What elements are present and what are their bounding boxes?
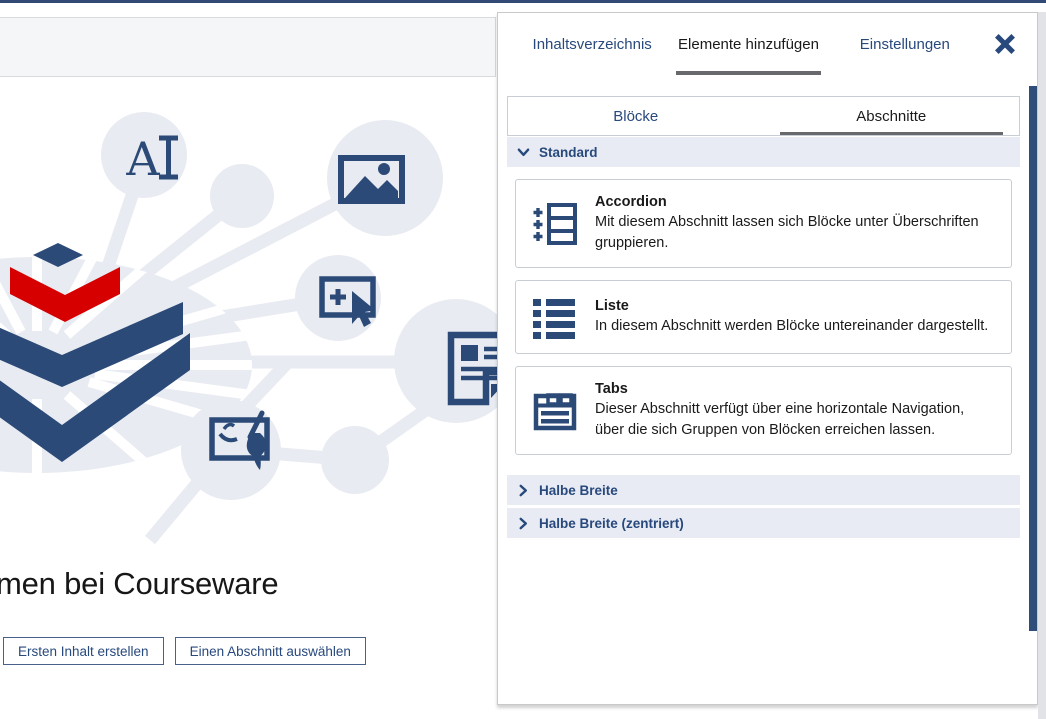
page-top-border xyxy=(0,0,1046,3)
image-icon xyxy=(341,158,402,201)
section-card-text: Tabs Dieser Abschnitt verfügt über eine … xyxy=(595,381,995,440)
hub-ellipse xyxy=(0,257,252,473)
section-card-description: Mit diesem Abschnitt lassen sich Blöcke … xyxy=(595,212,995,253)
tab-einstellungen[interactable]: Einstellungen xyxy=(827,13,983,75)
tab-inhaltsverzeichnis[interactable]: Inhaltsverzeichnis xyxy=(514,13,670,75)
panel-body: Blöcke Abschnitte Standard Accordion Mit… xyxy=(498,75,1037,538)
add-image-icon xyxy=(322,279,375,327)
add-elements-panel: Inhaltsverzeichnis Elemente hinzufügen E… xyxy=(497,12,1038,705)
section-card-title: Tabs xyxy=(595,381,995,397)
subtab-bloecke[interactable]: Blöcke xyxy=(508,97,764,135)
subtab-bar: Blöcke Abschnitte xyxy=(507,96,1020,136)
accordion-header-halbe-breite[interactable]: Halbe Breite xyxy=(507,475,1020,505)
close-icon xyxy=(994,33,1016,55)
section-card-description: Dieser Abschnitt verfügt über eine horiz… xyxy=(595,399,995,440)
hub-spokes xyxy=(0,245,267,485)
section-card-liste[interactable]: Liste In diesem Abschnitt werden Blöcke … xyxy=(515,280,1012,354)
page-right-gutter xyxy=(1038,12,1046,719)
subtab-abschnitte[interactable]: Abschnitte xyxy=(764,97,1020,135)
cta-buttons: Ersten Inhalt erstellen Einen Abschnitt … xyxy=(3,637,366,665)
accordion-header-standard[interactable]: Standard xyxy=(507,137,1020,167)
tab-elemente-hinzufuegen[interactable]: Elemente hinzufügen xyxy=(670,13,826,75)
section-card-description: In diesem Abschnitt werden Blöcke untere… xyxy=(595,316,988,337)
chevron-right-icon xyxy=(517,517,530,530)
choose-section-button[interactable]: Einen Abschnitt auswählen xyxy=(175,637,366,665)
section-card-accordion[interactable]: Accordion Mit diesem Abschnitt lassen si… xyxy=(515,179,1012,268)
section-card-tabs[interactable]: Tabs Dieser Abschnitt verfügt über eine … xyxy=(515,366,1012,455)
accordion-header-label: Standard xyxy=(539,145,598,160)
connector-lines xyxy=(90,160,456,540)
svg-text:A: A xyxy=(125,132,160,186)
section-card-text: Accordion Mit diesem Abschnitt lassen si… xyxy=(595,194,995,253)
section-card-title: Liste xyxy=(595,298,988,314)
section-card-title: Accordion xyxy=(595,194,995,210)
text-icon: A xyxy=(125,132,178,186)
create-first-content-button[interactable]: Ersten Inhalt erstellen xyxy=(3,637,164,665)
tabs-icon xyxy=(532,389,578,433)
page-title: men bei Courseware xyxy=(0,566,278,602)
accordion-icon xyxy=(532,202,578,246)
scrollbar-thumb[interactable] xyxy=(1029,86,1037,631)
satellite-circles xyxy=(101,112,497,500)
courseware-logo xyxy=(0,243,190,462)
main-toolbar xyxy=(0,17,496,77)
chevron-down-icon xyxy=(517,146,530,159)
accordion-header-label: Halbe Breite xyxy=(539,483,618,498)
accordion-header-label: Halbe Breite (zentriert) xyxy=(539,516,684,531)
accordion-header-halbe-breite-zentriert[interactable]: Halbe Breite (zentriert) xyxy=(507,508,1020,538)
paint-icon xyxy=(212,413,267,470)
chevron-right-icon xyxy=(517,484,530,497)
panel-tab-bar: Inhaltsverzeichnis Elemente hinzufügen E… xyxy=(498,13,1037,75)
courseware-artwork: A xyxy=(0,0,497,719)
document-icon xyxy=(451,335,497,402)
section-card-text: Liste In diesem Abschnitt werden Blöcke … xyxy=(595,298,988,337)
list-icon xyxy=(532,295,578,339)
close-panel-button[interactable] xyxy=(983,13,1027,75)
